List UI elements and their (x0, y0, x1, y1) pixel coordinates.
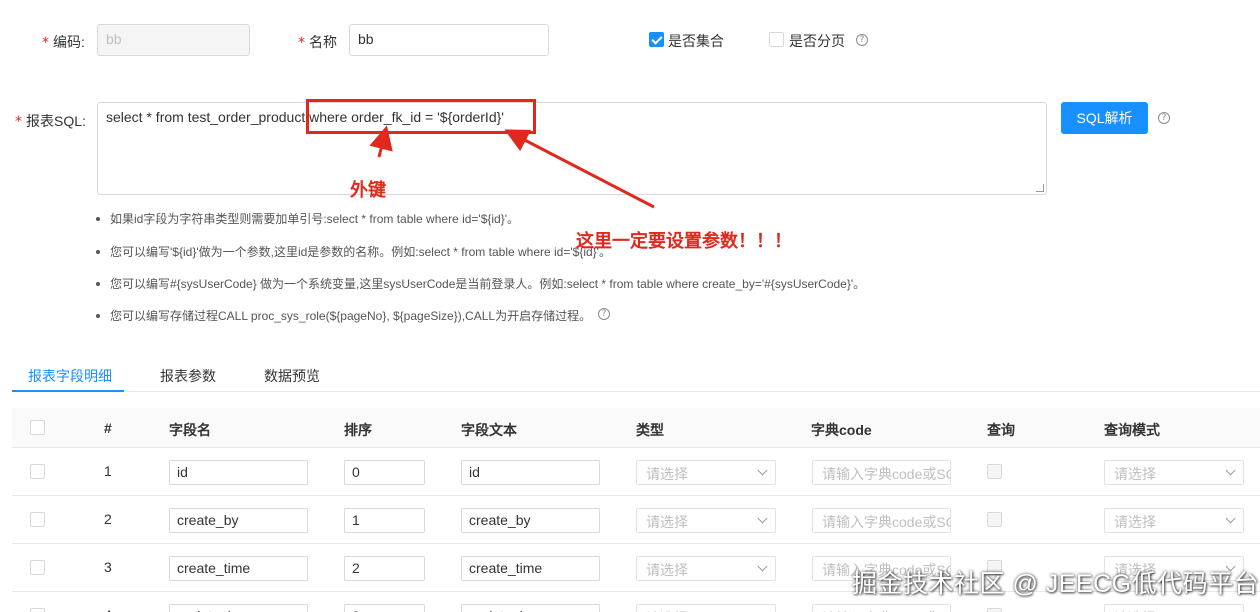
is-set-checkbox[interactable] (649, 32, 664, 47)
dict-code-input[interactable]: 请输入字典code或SQL (812, 460, 951, 485)
header-order: 排序 (344, 422, 372, 438)
chevron-down-icon (757, 513, 768, 524)
bullet-icon (96, 313, 100, 318)
is-set-label[interactable]: 是否集合 (668, 31, 724, 51)
select-placeholder: 请选择 (646, 514, 688, 530)
required-star: * (42, 35, 49, 51)
table-row: 1 id 0 id 请选择 请输入字典code或SQL 请选择 (12, 448, 1260, 496)
sql-parse-button[interactable]: SQL解析 (1061, 102, 1148, 134)
name-input[interactable]: bb (349, 24, 549, 56)
field-name-input[interactable]: update_by (169, 604, 308, 612)
help-icon[interactable]: ? (1158, 112, 1170, 124)
hint-item: 如果id字段为字符串类型则需要加单引号:select * from table … (96, 210, 519, 227)
hint-text: 您可以编写#{sysUserCode} 做为一个系统变量,这里sysUserCo… (110, 277, 866, 291)
row-checkbox[interactable] (30, 608, 45, 612)
query-mode-select[interactable]: 请选择 (1104, 604, 1244, 612)
hint-item: 您可以编写'${id}'做为一个参数,这里id是参数的名称。例如:select … (96, 243, 611, 260)
query-mode-select[interactable]: 请选择 (1104, 460, 1244, 485)
order-input[interactable]: 3 (344, 604, 425, 612)
dict-placeholder: 请输入字典code或SQL (822, 514, 951, 530)
chevron-down-icon (1225, 513, 1236, 524)
help-icon[interactable]: ? (856, 34, 868, 46)
resize-handle[interactable] (1036, 184, 1044, 192)
chevron-down-icon (757, 465, 768, 476)
field-name-input[interactable]: create_time (169, 556, 308, 581)
hint-text: 您可以编写'${id}'做为一个参数,这里id是参数的名称。例如:select … (110, 245, 611, 259)
hint-text: 您可以编写存储过程CALL proc_sys_role(${pageNo}, $… (110, 309, 592, 323)
code-label: * 编码: (42, 32, 85, 52)
query-checkbox[interactable] (987, 608, 1002, 612)
dict-code-input[interactable]: 请输入字典code或SQL (812, 604, 951, 612)
row-index: 4 (104, 607, 112, 612)
name-label-text: 名称 (309, 34, 337, 50)
name-label: * 名称 (298, 32, 337, 52)
header-index: # (104, 420, 112, 436)
type-select[interactable]: 请选择 (636, 604, 776, 612)
header-field-text: 字段文本 (461, 422, 517, 438)
type-select[interactable]: 请选择 (636, 556, 776, 581)
chevron-down-icon (757, 561, 768, 572)
field-text-input[interactable]: id (461, 460, 600, 485)
header-query-mode: 查询模式 (1104, 422, 1160, 438)
row-index: 1 (104, 463, 112, 479)
detail-tabs: 报表字段明细 报表参数 数据预览 (12, 356, 1260, 392)
header-type: 类型 (636, 422, 664, 438)
select-placeholder: 请选择 (1114, 514, 1156, 530)
header-field-name: 字段名 (169, 422, 211, 438)
header-dict-code: 字典code (811, 422, 872, 438)
select-all-checkbox[interactable] (30, 420, 45, 435)
select-placeholder: 请选择 (1114, 466, 1156, 482)
bullet-icon (96, 249, 100, 254)
bullet-icon (96, 281, 100, 286)
required-star: * (15, 114, 22, 130)
hint-text: 如果id字段为字符串类型则需要加单引号:select * from table … (110, 212, 520, 226)
select-placeholder: 请选择 (646, 562, 688, 578)
query-mode-select[interactable]: 请选择 (1104, 508, 1244, 533)
hint-item: 您可以编写#{sysUserCode} 做为一个系统变量,这里sysUserCo… (96, 275, 865, 292)
type-select[interactable]: 请选择 (636, 508, 776, 533)
code-input[interactable]: bb (97, 24, 250, 56)
row-index: 2 (104, 511, 112, 527)
bullet-icon (96, 216, 100, 221)
required-star: * (298, 35, 305, 51)
sql-label: * 报表SQL: (15, 111, 86, 131)
order-input[interactable]: 0 (344, 460, 425, 485)
field-name-input[interactable]: create_by (169, 508, 308, 533)
row-checkbox[interactable] (30, 512, 45, 527)
field-text-input[interactable]: update_by (461, 604, 600, 612)
is-page-checkbox[interactable] (769, 32, 784, 47)
query-checkbox[interactable] (987, 464, 1002, 479)
hint-item: 您可以编写存储过程CALL proc_sys_role(${pageNo}, $… (96, 307, 591, 324)
sql-textarea[interactable]: select * from test_order_product where o… (97, 102, 1047, 195)
sql-label-text: 报表SQL: (26, 113, 86, 129)
field-name-input[interactable]: id (169, 460, 308, 485)
tab-report-params[interactable]: 报表参数 (160, 366, 216, 386)
tab-data-preview[interactable]: 数据预览 (264, 366, 320, 386)
row-checkbox[interactable] (30, 464, 45, 479)
select-placeholder: 请选择 (646, 466, 688, 482)
is-page-label[interactable]: 是否分页 (789, 31, 845, 51)
type-select[interactable]: 请选择 (636, 460, 776, 485)
field-text-input[interactable]: create_by (461, 508, 600, 533)
field-text-input[interactable]: create_time (461, 556, 600, 581)
row-index: 3 (104, 559, 112, 575)
row-checkbox[interactable] (30, 560, 45, 575)
query-checkbox[interactable] (987, 512, 1002, 527)
chevron-down-icon (1225, 465, 1236, 476)
dict-placeholder: 请输入字典code或SQL (822, 466, 951, 482)
table-header: # 字段名 排序 字段文本 类型 字典code 查询 查询模式 (12, 408, 1260, 448)
watermark: 掘金技术社区 @ JEECG低代码平台 (852, 570, 1260, 598)
code-label-text: 编码: (53, 34, 85, 50)
tab-active-indicator (12, 390, 124, 392)
foreign-key-annotation: 外键 (350, 180, 386, 200)
dict-code-input[interactable]: 请输入字典code或SQL (812, 508, 951, 533)
help-icon[interactable]: ? (598, 308, 610, 320)
order-input[interactable]: 1 (344, 508, 425, 533)
header-query: 查询 (987, 422, 1015, 438)
table-row: 2 create_by 1 create_by 请选择 请输入字典code或SQ… (12, 496, 1260, 544)
order-input[interactable]: 2 (344, 556, 425, 581)
tab-field-detail[interactable]: 报表字段明细 (28, 366, 112, 386)
annotation-highlight-box (306, 99, 536, 134)
